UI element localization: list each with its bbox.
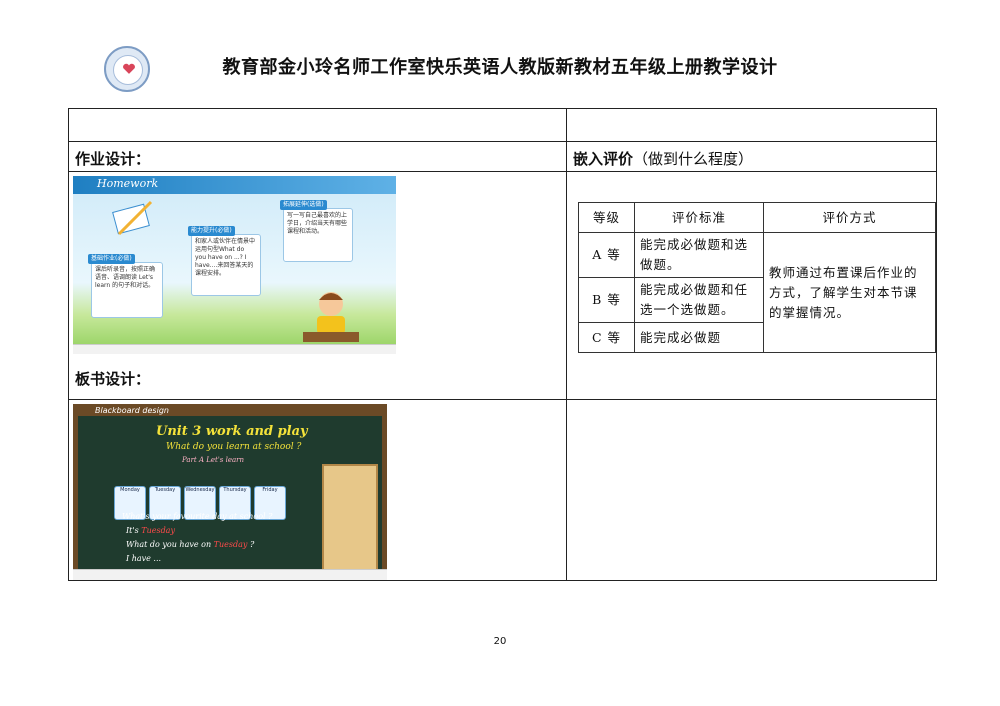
eval-criteria-b: 能完成必做题和任选一个选做题。 [634,277,764,323]
homework-label: 作业设计： [75,150,151,168]
document-title: 教育部金小玲名师工作室快乐英语人教版新教材五年级上册教学设计 [222,57,778,78]
board-question: What do you learn at school ? [166,442,302,452]
student-icon [303,292,359,342]
card-extend: 拓展延伸(选做) 写一写自己最喜欢的上学日，介绍当天有哪些课程和活动。 [280,200,353,262]
board-line-4: I have ... [126,554,162,563]
empty-cell-left [68,108,567,142]
card-basic-text: 课后听录音，按照正确语音、语调朗读 Let's learn 的句子和对话。 [95,266,156,289]
eval-header-method: 评价方式 [763,202,936,233]
eval-criteria-c: 能完成必做题 [634,322,764,353]
card-extend-tag: 拓展延伸(选做) [280,200,327,210]
card-basic-tag: 基础作业(必做) [88,254,135,264]
heart-icon [123,63,135,74]
eval-method: 教师通过布置课后作业的方式，了解学生对本节课的掌握情况。 [763,232,936,353]
board-cell: Blackboard design Unit 3 work and play W… [68,399,567,581]
board-line-3: What do you have on Tuesday ? [126,540,255,549]
notepad-icon [112,200,153,236]
eval-grade-c: C 等 [578,322,635,353]
eval-label-cell: 嵌入评价（做到什么程度） [566,141,937,172]
empty-board-right [566,399,937,581]
board-label: 板书设计： [75,370,151,388]
eval-label: 嵌入评价 [573,150,634,168]
board-part: Part A Let's learn [182,456,244,464]
board-line-1: What's your favourite day at school ? [122,512,273,521]
blackboard: Unit 3 work and play What do you learn a… [78,416,382,574]
board-title: Unit 3 work and play [156,424,308,439]
eval-header-criteria: 评价标准 [634,202,764,233]
board-line-2: It's Tuesday [126,526,175,535]
card-ability: 能力提升(必做) 和家人或伙伴在情景中运用句型What do you have … [188,226,261,296]
eval-grade-b: B 等 [578,277,635,323]
board-banner: Blackboard design [95,406,169,415]
homework-slide: Homework 基础作业(必做) 课后听录音，按照正确语音、语调朗读 Let'… [73,176,396,354]
eval-grade-a: A 等 [578,232,635,278]
page-number: 20 [493,636,507,647]
card-ability-tag: 能力提升(必做) [188,226,235,236]
evaluation-table: 等级 评价标准 评价方式 A 等 能完成必做题和选做题。 教师通过布置课后作业的… [578,202,936,353]
slide-toolbar [73,344,396,354]
bookshelf-image [322,464,378,574]
card-extend-text: 写一写自己最喜欢的上学日，介绍当天有哪些课程和活动。 [287,212,348,235]
board-toolbar [73,569,387,580]
eval-criteria-a: 能完成必做题和选做题。 [634,232,764,278]
homework-cell: Homework 基础作业(必做) 课后听录音，按照正确语音、语调朗读 Let'… [68,171,567,400]
card-ability-text: 和家人或伙伴在情景中运用句型What do you have on ...? I… [195,238,256,277]
logo [104,46,150,92]
homework-label-cell: 作业设计： [68,141,567,172]
eval-header-grade: 等级 [578,202,635,233]
homework-banner: Homework [97,177,159,190]
card-basic: 基础作业(必做) 课后听录音，按照正确语音、语调朗读 Let's learn 的… [88,254,163,318]
blackboard-slide: Blackboard design Unit 3 work and play W… [73,404,387,580]
empty-cell-right [566,108,937,142]
eval-label-sub: （做到什么程度） [633,150,754,168]
